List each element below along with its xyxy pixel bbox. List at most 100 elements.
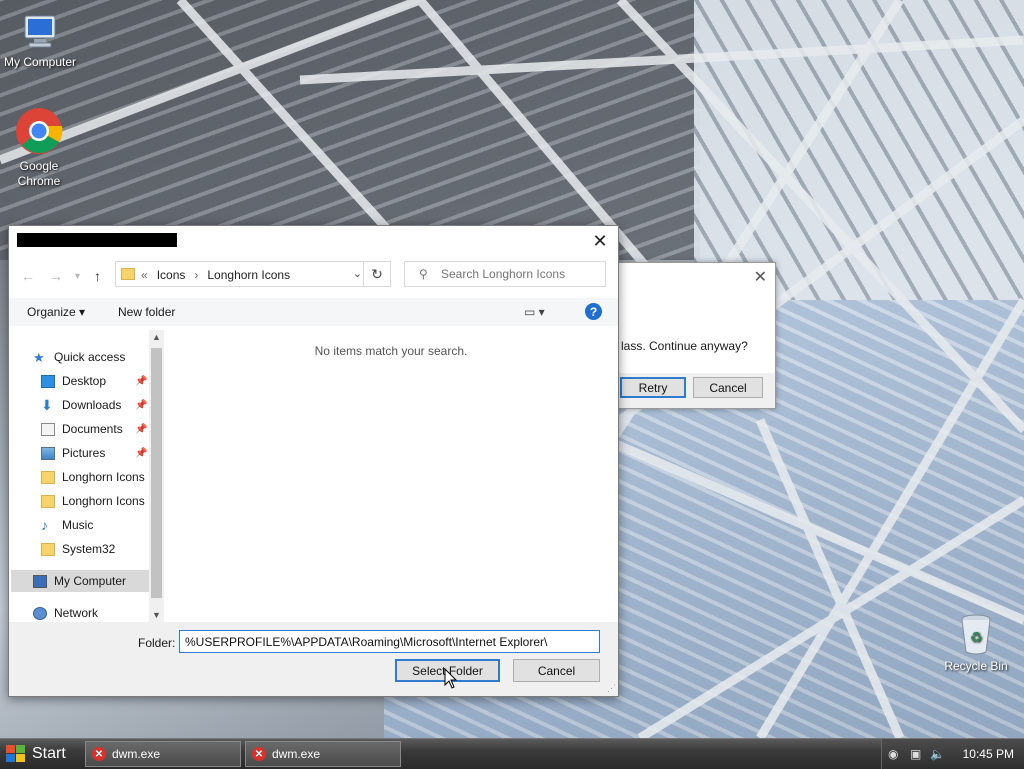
- sidebar-item-pictures[interactable]: Pictures 📌: [41, 442, 164, 464]
- pin-icon: 📌: [135, 399, 148, 411]
- dialog-bottom: Folder: Select Folder Cancel ⋰: [9, 622, 618, 696]
- sidebar-item-label: Longhorn Icons: [62, 470, 145, 484]
- taskbar-item-label: dwm.exe: [272, 747, 321, 761]
- sidebar-item-network[interactable]: Network: [33, 602, 164, 622]
- desktop-icon-recycle-bin[interactable]: ♻ Recycle Bin: [936, 612, 1016, 674]
- breadcrumb-overflow[interactable]: «: [141, 268, 148, 282]
- sidebar-item-label: Downloads: [62, 398, 122, 412]
- error-icon: ✕: [252, 747, 266, 761]
- navigation-scrollbar[interactable]: ▲ ▼: [149, 330, 164, 622]
- scroll-up-icon[interactable]: ▲: [152, 332, 161, 342]
- command-bar: Organize ▾ New folder ▭ ▾ ?: [9, 298, 618, 326]
- sidebar-item-label: System32: [62, 542, 116, 556]
- star-icon: ★: [33, 349, 45, 365]
- taskbar-item-label: dwm.exe: [112, 747, 161, 761]
- system-tray: ◉ ▣ 🔈 10:45 PM: [881, 739, 1024, 769]
- music-icon: ♪: [41, 516, 48, 533]
- new-folder-button[interactable]: New folder: [118, 305, 175, 319]
- recycle-bin-icon: ♻: [961, 614, 991, 655]
- view-options-icon[interactable]: ▭ ▾: [524, 305, 545, 319]
- error-icon: ✕: [92, 747, 106, 761]
- sidebar-item-system32[interactable]: System32: [41, 538, 164, 560]
- cancel-button[interactable]: Cancel: [693, 377, 763, 398]
- pin-icon: 📌: [135, 423, 148, 435]
- address-bar[interactable]: « Icons › Longhorn Icons ⌄ ↻: [115, 261, 391, 287]
- breadcrumb: « Icons › Longhorn Icons: [141, 268, 290, 282]
- sidebar-item-music[interactable]: ♪ Music: [41, 514, 164, 536]
- desktop-icon-label: My Computer: [3, 55, 77, 69]
- folder-input[interactable]: [179, 630, 600, 653]
- clock[interactable]: 10:45 PM: [963, 747, 1014, 761]
- sidebar-item-longhorn-icons[interactable]: Longhorn Icons: [41, 466, 164, 488]
- breadcrumb-item[interactable]: Longhorn Icons: [207, 268, 290, 282]
- taskbar-item-dwm[interactable]: ✕ dwm.exe: [245, 741, 401, 767]
- folder-icon: [41, 542, 55, 556]
- file-list[interactable]: No items match your search.: [165, 330, 617, 622]
- sidebar-item-longhorn-icons[interactable]: Longhorn Icons: [41, 490, 164, 512]
- sidebar-item-label: Longhorn Icons: [62, 494, 145, 508]
- sidebar-item-my-computer[interactable]: My Computer: [11, 570, 149, 592]
- resize-grip-icon[interactable]: ⋰: [607, 683, 616, 694]
- sidebar-item-label: Documents: [62, 422, 123, 436]
- folder-icon: [41, 470, 55, 484]
- download-icon: ⬇: [41, 396, 53, 413]
- scroll-down-icon[interactable]: ▼: [152, 610, 161, 620]
- sidebar-item-label: My Computer: [54, 574, 127, 588]
- mouse-cursor-icon: [444, 668, 458, 689]
- volume-icon[interactable]: 🔈: [930, 747, 945, 761]
- taskbar-item-dwm[interactable]: ✕ dwm.exe: [85, 741, 241, 767]
- search-icon: ⚲: [419, 267, 428, 281]
- back-arrow-icon[interactable]: ←: [21, 268, 35, 284]
- windows-logo-icon: [6, 745, 26, 763]
- organize-label: Organize: [27, 305, 76, 319]
- sidebar-item-label: Pictures: [62, 446, 106, 460]
- organize-button[interactable]: Organize ▾: [27, 305, 85, 319]
- svg-text:♻: ♻: [970, 630, 983, 646]
- cancel-button[interactable]: Cancel: [513, 659, 600, 682]
- picture-icon: [41, 446, 55, 460]
- search-box[interactable]: ⚲: [404, 261, 606, 287]
- pin-icon: 📌: [135, 447, 148, 459]
- retry-button[interactable]: Retry: [620, 377, 686, 398]
- desktop-icon-google-chrome[interactable]: Google Chrome: [0, 106, 79, 189]
- breadcrumb-item[interactable]: Icons: [157, 268, 186, 282]
- chevron-right-icon: ›: [194, 268, 199, 282]
- dialog-titlebar[interactable]: ✕: [9, 226, 618, 256]
- search-input[interactable]: [439, 266, 603, 282]
- select-folder-dialog: ✕ ← → ▾ ↑ « Icons › Longhorn Icons ⌄ ↻ ⚲…: [8, 225, 619, 697]
- folder-icon: [121, 268, 135, 280]
- close-icon[interactable]: ✕: [754, 267, 767, 287]
- chevron-down-icon[interactable]: ⌄: [353, 267, 362, 280]
- start-button[interactable]: Start: [0, 739, 80, 769]
- up-arrow-icon[interactable]: ↑: [94, 268, 101, 284]
- desktop-icon-label: Google Chrome: [17, 159, 61, 188]
- desktop-icon-label: Recycle Bin: [944, 659, 1008, 673]
- refresh-icon[interactable]: ↻: [363, 262, 390, 286]
- empty-message: No items match your search.: [314, 344, 468, 358]
- network-tray-icon[interactable]: ▣: [910, 747, 921, 761]
- sidebar-item-quick-access[interactable]: ★ Quick access: [33, 346, 164, 368]
- close-icon[interactable]: ✕: [588, 229, 612, 253]
- sidebar-item-label: Music: [62, 518, 94, 532]
- sidebar-item-downloads[interactable]: ⬇ Downloads 📌: [41, 394, 164, 416]
- help-icon[interactable]: ?: [585, 303, 602, 320]
- sidebar-item-label: Network: [54, 606, 99, 620]
- redacted-title: [17, 233, 177, 247]
- recent-chevron-icon[interactable]: ▾: [75, 271, 80, 282]
- background-dialog: ✕ lass. Continue anyway? Retry Cancel: [614, 262, 776, 409]
- document-icon: [41, 422, 55, 436]
- sidebar-item-desktop[interactable]: Desktop 📌: [41, 370, 164, 392]
- taskbar: Start ✕ dwm.exe ✕ dwm.exe ◉ ▣ 🔈 10:45 PM: [0, 738, 1024, 769]
- pin-icon: 📌: [135, 375, 148, 387]
- navigation-pane: ★ Quick access Desktop 📌 ⬇ Downloads 📌 D…: [9, 330, 164, 622]
- tray-status-icon[interactable]: ◉: [888, 747, 898, 761]
- sidebar-item-documents[interactable]: Documents 📌: [41, 418, 164, 440]
- scrollbar-thumb[interactable]: [151, 348, 162, 598]
- folder-label: Folder:: [138, 636, 176, 650]
- dialog-footer: Retry Cancel: [615, 373, 775, 408]
- sidebar-item-label: Quick access: [54, 350, 126, 364]
- desktop-icon-my-computer[interactable]: My Computer: [0, 12, 80, 70]
- computer-icon: [24, 15, 56, 48]
- forward-arrow-icon[interactable]: →: [49, 268, 63, 284]
- desktop-icon: [41, 374, 55, 388]
